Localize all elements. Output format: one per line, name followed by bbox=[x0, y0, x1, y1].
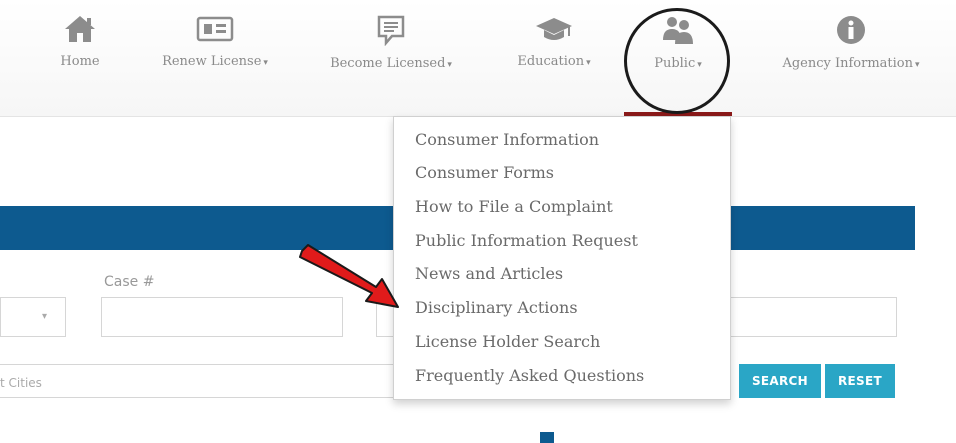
menu-item-file-complaint[interactable]: How to File a Complaint bbox=[415, 197, 613, 216]
cities-select[interactable] bbox=[0, 364, 416, 398]
nav-home-label: Home bbox=[60, 54, 100, 69]
id-card-icon bbox=[196, 16, 234, 42]
nav-home[interactable]: Home bbox=[58, 14, 102, 69]
nav-agency-information[interactable]: Agency Information ▾ bbox=[776, 14, 926, 71]
menu-item-consumer-forms[interactable]: Consumer Forms bbox=[415, 163, 554, 182]
chevron-down-icon: ▾ bbox=[42, 311, 48, 322]
search-button[interactable]: SEARCH bbox=[739, 364, 821, 398]
reset-button[interactable]: RESET bbox=[825, 364, 895, 398]
public-dropdown-menu: Consumer Information Consumer Forms How … bbox=[393, 116, 731, 400]
nav-agency-information-label: Agency Information bbox=[782, 56, 914, 71]
case-number-label: Case # bbox=[104, 274, 155, 290]
info-icon bbox=[837, 16, 865, 44]
filter-select[interactable] bbox=[0, 297, 66, 337]
arrow-annotation bbox=[299, 244, 399, 308]
circle-annotation bbox=[624, 8, 730, 114]
document-icon bbox=[377, 15, 405, 46]
text-input[interactable] bbox=[725, 297, 897, 337]
top-navbar: Home Renew License ▾ Become Licensed ▾ Edu… bbox=[0, 0, 956, 117]
chevron-down-icon: ▾ bbox=[586, 58, 591, 68]
menu-item-consumer-information[interactable]: Consumer Information bbox=[415, 130, 599, 149]
nav-education[interactable]: Education ▾ bbox=[502, 14, 606, 69]
nav-become-licensed[interactable]: Become Licensed ▾ bbox=[320, 14, 462, 71]
menu-item-disciplinary-actions[interactable]: Disciplinary Actions bbox=[415, 298, 578, 317]
chevron-down-icon: ▾ bbox=[263, 58, 268, 68]
home-icon bbox=[65, 16, 95, 42]
menu-item-faq[interactable]: Frequently Asked Questions bbox=[415, 366, 644, 385]
menu-item-news-articles[interactable]: News and Articles bbox=[415, 264, 563, 283]
graduation-cap-icon bbox=[536, 18, 572, 40]
nav-become-licensed-label: Become Licensed bbox=[330, 56, 446, 71]
chevron-down-icon: ▾ bbox=[915, 60, 920, 70]
chevron-down-icon: ▾ bbox=[447, 60, 452, 70]
nav-education-label: Education bbox=[517, 54, 585, 69]
page-indicator bbox=[540, 432, 554, 443]
menu-item-public-information-request[interactable]: Public Information Request bbox=[415, 231, 638, 250]
nav-renew-license[interactable]: Renew License ▾ bbox=[148, 14, 282, 69]
nav-renew-license-label: Renew License bbox=[162, 54, 262, 69]
menu-item-license-holder-search[interactable]: License Holder Search bbox=[415, 332, 600, 351]
cities-select-label: t Cities bbox=[0, 376, 42, 390]
